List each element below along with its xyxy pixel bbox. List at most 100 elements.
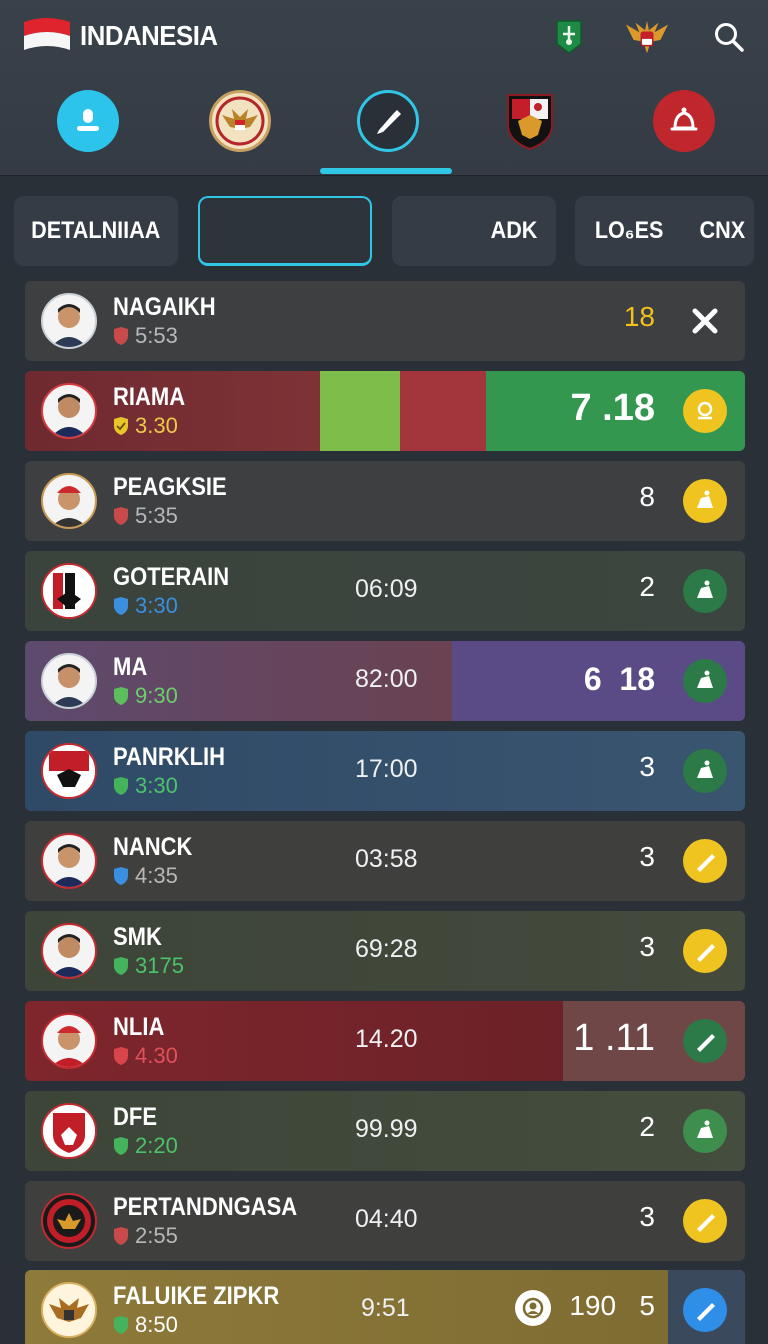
player-sub: 3:30 — [113, 593, 178, 619]
list-item[interactable]: PANRKLIH 3:30 17:00 3 — [25, 731, 745, 811]
pen-icon — [697, 854, 715, 872]
whistle-button[interactable] — [683, 1109, 727, 1153]
shield-icon — [114, 1047, 128, 1065]
row-segment — [320, 371, 400, 451]
user-icon — [515, 1290, 551, 1326]
pen-button[interactable] — [683, 1019, 727, 1063]
sub-value: 5:35 — [135, 503, 178, 528]
list-item[interactable]: DFE 2:20 99.99 2 — [25, 1091, 745, 1171]
player-name: PANRKLIH — [113, 743, 226, 771]
sub-value: 3175 — [135, 953, 184, 978]
match-time: 06:09 — [355, 575, 418, 603]
pen-button[interactable] — [683, 929, 727, 973]
club-crest-icon — [507, 94, 553, 151]
app-title: INDANESIA — [80, 20, 218, 51]
green-badge-icon[interactable] — [546, 14, 592, 60]
sub-value: 4:35 — [135, 863, 178, 888]
filter-loges[interactable]: LO₆ES — [595, 217, 664, 245]
list-item[interactable]: PERTANDNGASA 2:55 04:40 3 — [25, 1181, 745, 1261]
avatar — [41, 473, 97, 529]
tab-profile[interactable] — [57, 90, 119, 152]
badge-icon — [697, 401, 713, 420]
sub-value: 3:30 — [135, 593, 178, 618]
score: 2 — [639, 571, 655, 602]
shield-icon — [114, 417, 128, 435]
player-name: NANCK — [113, 833, 193, 861]
list-item[interactable]: PEAGKSIE 5:35 8 — [25, 461, 745, 541]
list-item[interactable]: FALUIKE ZIPKR 8:50 9:51 190 5 — [25, 1270, 745, 1344]
garuda-emblem-icon[interactable] — [624, 14, 670, 60]
score: 3 — [639, 931, 655, 962]
list-item[interactable]: NANCK 4:35 03:58 3 — [25, 821, 745, 901]
whistle-icon — [697, 490, 713, 508]
brand: INDANESIA — [22, 14, 230, 58]
player-name: RIAMA — [113, 383, 186, 411]
whistle-button[interactable] — [683, 749, 727, 793]
match-time: 17:00 — [355, 755, 418, 783]
player-sub: 5:35 — [113, 503, 178, 529]
score: 190 5 — [569, 1290, 655, 1321]
tab-garuda[interactable] — [209, 90, 271, 152]
active-tab-indicator — [320, 168, 452, 174]
filter-label: DETALNIIAA — [31, 217, 161, 244]
bell-icon — [670, 107, 698, 131]
avatar — [41, 293, 97, 349]
score: 18 — [623, 301, 655, 332]
filter-detalniiaa[interactable]: DETALNIIAA — [14, 196, 178, 266]
filter-adk[interactable]: ADK — [392, 196, 556, 266]
avatar — [41, 923, 97, 979]
pen-button[interactable] — [683, 1288, 727, 1332]
player-name: NLIA — [113, 1013, 165, 1041]
whistle-button[interactable] — [683, 659, 727, 703]
list-item[interactable]: SMK 3175 69:28 3 — [25, 911, 745, 991]
avatar — [41, 1193, 97, 1249]
shield-icon — [114, 1227, 128, 1245]
list-item[interactable]: GOTERAIN 3:30 06:09 2 — [25, 551, 745, 631]
player-name: MA — [113, 653, 148, 681]
player-name: NAGAIKH — [113, 293, 216, 321]
close-button[interactable] — [683, 299, 727, 343]
list-item[interactable]: NLIA 4.30 14.20 1 .11 — [25, 1001, 745, 1081]
match-time: 14.20 — [355, 1025, 418, 1053]
avatar — [41, 833, 97, 889]
tab-club-crest[interactable] — [499, 90, 561, 152]
player-sub: 8:50 — [113, 1312, 178, 1338]
app-header: INDANESIA — [0, 0, 768, 176]
tab-bar — [0, 84, 768, 176]
avatar — [41, 653, 97, 709]
close-icon — [692, 308, 718, 334]
avatar — [41, 1282, 97, 1338]
whistle-button[interactable] — [683, 569, 727, 613]
shield-icon — [114, 1137, 128, 1155]
player-sub: 9:30 — [113, 683, 178, 709]
shield-icon — [114, 327, 128, 345]
pen-button[interactable] — [683, 1199, 727, 1243]
list-item[interactable]: RIAMA 3.30 7 .18 — [25, 371, 745, 451]
profile-icon — [77, 109, 99, 131]
player-name: PEAGKSIE — [113, 473, 227, 501]
filter-group: LO₆ES CNX — [575, 196, 754, 266]
tab-pen[interactable] — [357, 90, 419, 152]
search-icon[interactable] — [706, 14, 752, 60]
tab-notifications[interactable] — [653, 90, 715, 152]
player-name: SMK — [113, 923, 162, 951]
whistle-icon — [697, 1120, 713, 1138]
shield-icon — [114, 687, 128, 705]
sub-value: 3.30 — [135, 413, 178, 438]
list-item[interactable]: NAGAIKH 5:53 18 — [25, 281, 745, 361]
sub-value: 8:50 — [135, 1312, 178, 1337]
filter-search-input[interactable] — [198, 196, 372, 266]
player-name: GOTERAIN — [113, 563, 230, 591]
avatar — [41, 563, 97, 619]
match-time: 99.99 — [355, 1115, 418, 1143]
pen-button[interactable] — [683, 839, 727, 883]
score: 7 .18 — [570, 387, 655, 429]
player-sub: 3175 — [113, 953, 184, 979]
score: 3 — [639, 1201, 655, 1232]
filter-cnx[interactable]: CNX — [700, 217, 746, 245]
badge-button[interactable] — [683, 389, 727, 433]
shield-icon — [114, 867, 128, 885]
match-time: 04:40 — [355, 1205, 418, 1233]
whistle-button[interactable] — [683, 479, 727, 523]
list-item[interactable]: MA 9:30 82:00 6 18 — [25, 641, 745, 721]
